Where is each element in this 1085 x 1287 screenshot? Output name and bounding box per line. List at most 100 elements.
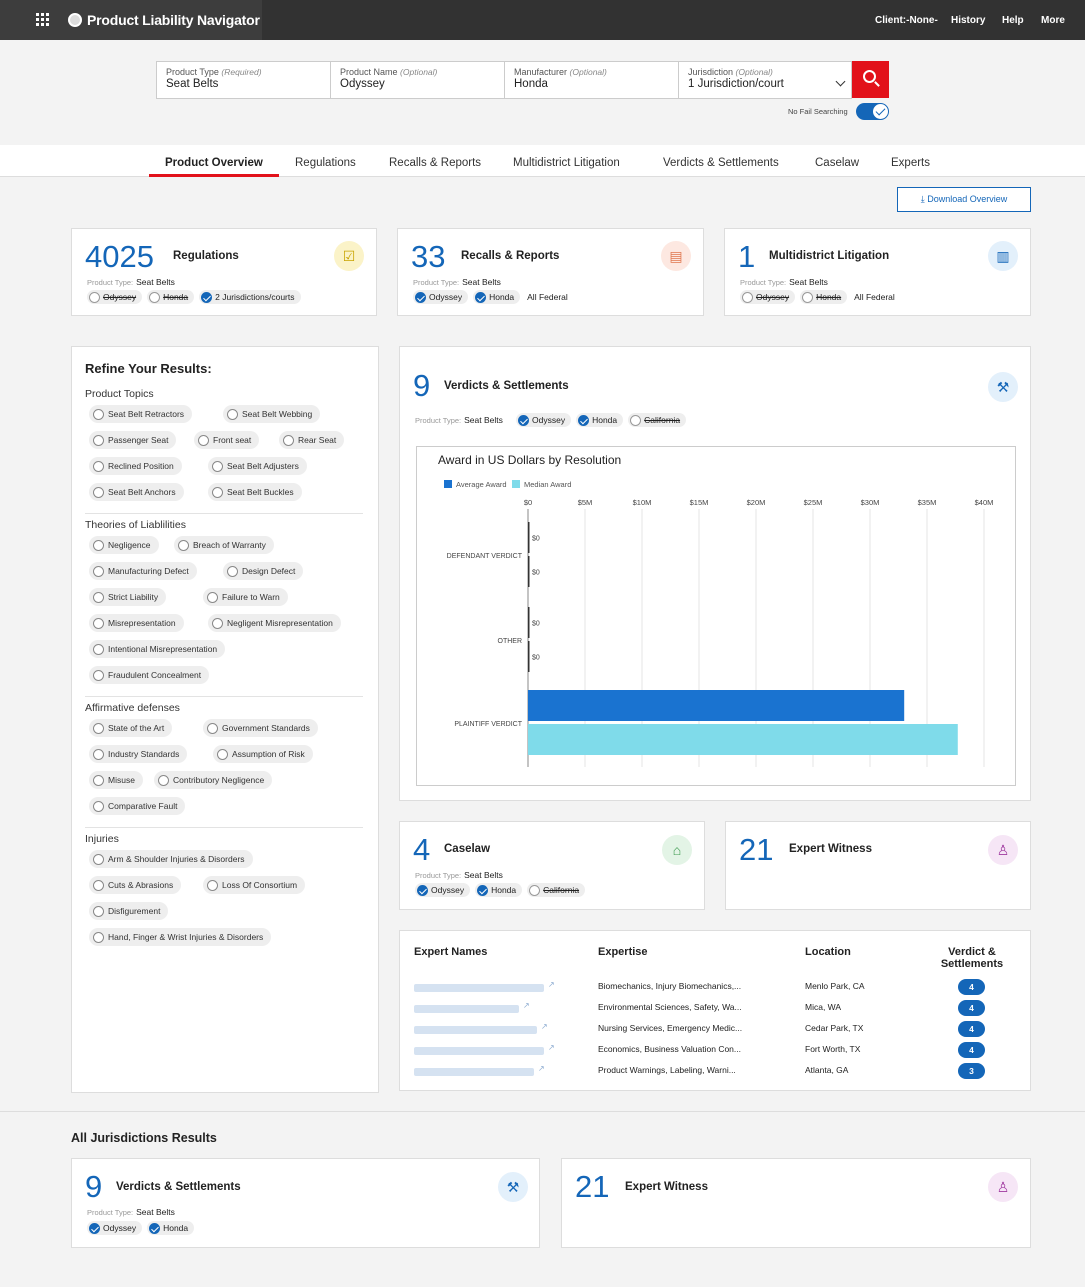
recalls-card[interactable]: 33 Recalls & Reports ▤ Product Type: Seat…	[397, 228, 704, 316]
product-type-value[interactable]: Seat Belts	[166, 78, 321, 90]
external-link-icon[interactable]: ↗	[541, 1022, 548, 1031]
unchecked-icon[interactable]	[742, 291, 753, 303]
jurisdiction-value[interactable]: 1 Jurisdiction/court	[688, 78, 844, 90]
tab-regulations[interactable]: Regulations	[295, 157, 356, 169]
refine-option[interactable]: Breach of Warranty	[174, 536, 274, 554]
radio-icon[interactable]	[178, 539, 189, 551]
history-link[interactable]: History	[951, 15, 985, 26]
app-title[interactable]: Product Liability Navigator	[87, 12, 260, 28]
filter-chip[interactable]: 2 Jurisdictions/courts	[199, 290, 301, 304]
product-name-field[interactable]: Product Name (Optional) Odyssey	[331, 62, 505, 98]
caselaw-card[interactable]: 4 Caselaw ⌂ Product Type: Seat Belts Odys…	[399, 821, 705, 910]
radio-icon[interactable]	[93, 565, 104, 577]
tab-experts[interactable]: Experts	[891, 157, 930, 169]
refine-option[interactable]: Government Standards	[203, 719, 318, 737]
refine-option[interactable]: Contributory Negligence	[154, 771, 273, 789]
refine-option[interactable]: Industry Standards	[89, 745, 188, 763]
filter-chip[interactable]: Odyssey	[415, 883, 471, 897]
refine-option[interactable]: Comparative Fault	[89, 797, 186, 815]
tab-recalls-reports[interactable]: Recalls & Reports	[389, 157, 481, 169]
radio-icon[interactable]	[283, 434, 294, 446]
expert-card[interactable]: 21 Expert Witness ♙	[725, 821, 1031, 910]
refine-option[interactable]: Passenger Seat	[89, 431, 177, 449]
filter-chip[interactable]: Odyssey	[413, 290, 469, 304]
radio-icon[interactable]	[93, 643, 104, 655]
radio-icon[interactable]	[212, 460, 223, 472]
filter-chip[interactable]: Odyssey	[87, 1221, 143, 1235]
radio-icon[interactable]	[93, 774, 104, 786]
expert-name-redacted[interactable]	[414, 1047, 544, 1055]
expert-name-redacted[interactable]	[414, 1005, 519, 1013]
radio-icon[interactable]	[207, 879, 218, 891]
more-menu[interactable]: More	[1041, 15, 1065, 26]
unchecked-icon[interactable]	[529, 884, 541, 896]
help-link[interactable]: Help	[1002, 15, 1024, 26]
filter-chip[interactable]: Odyssey	[87, 290, 143, 304]
checked-icon[interactable]	[417, 884, 428, 896]
refine-option[interactable]: Seat Belt Adjusters	[208, 457, 307, 475]
apps-grid-icon[interactable]	[36, 13, 49, 26]
manufacturer-value[interactable]: Honda	[514, 78, 669, 90]
refine-option[interactable]: Reclined Position	[89, 457, 182, 475]
expert-name-redacted[interactable]	[414, 1026, 537, 1034]
verdicts-count-badge[interactable]: 4	[958, 1000, 985, 1016]
radio-icon[interactable]	[93, 905, 104, 917]
expert-name-redacted[interactable]	[414, 984, 544, 992]
radio-icon[interactable]	[93, 460, 104, 472]
manufacturer-field[interactable]: Manufacturer (Optional) Honda	[505, 62, 679, 98]
refine-option[interactable]: Fraudulent Concealment	[89, 666, 210, 684]
all-expert-card[interactable]: 21 Expert Witness ♙	[561, 1158, 1031, 1248]
radio-icon[interactable]	[198, 434, 209, 446]
checked-icon[interactable]	[578, 414, 590, 426]
no-fail-toggle[interactable]	[856, 103, 889, 120]
regulations-card[interactable]: 4025 Regulations ☑ Product Type: Seat Bel…	[71, 228, 377, 316]
radio-icon[interactable]	[207, 722, 218, 734]
product-type-field[interactable]: Product Type (Required) Seat Belts	[157, 62, 331, 98]
filter-chip[interactable]: Odyssey	[516, 413, 572, 427]
expert-name-redacted[interactable]	[414, 1068, 534, 1076]
verdicts-count-badge[interactable]: 4	[958, 1042, 985, 1058]
radio-icon[interactable]	[212, 617, 223, 629]
radio-icon[interactable]	[93, 486, 104, 498]
tab-verdicts-settlements[interactable]: Verdicts & Settlements	[663, 157, 779, 169]
radio-icon[interactable]	[207, 591, 218, 603]
filter-chip[interactable]: California	[527, 883, 586, 897]
radio-icon[interactable]	[93, 748, 104, 760]
radio-icon[interactable]	[93, 669, 104, 681]
refine-option[interactable]: Manufacturing Defect	[89, 562, 197, 580]
external-link-icon[interactable]: ↗	[538, 1064, 545, 1073]
radio-icon[interactable]	[227, 565, 238, 577]
tab-caselaw[interactable]: Caselaw	[815, 157, 859, 169]
unchecked-icon[interactable]	[802, 291, 814, 303]
checked-icon[interactable]	[518, 414, 529, 426]
radio-icon[interactable]	[93, 931, 104, 943]
filter-chip[interactable]: Honda	[147, 1221, 195, 1235]
external-link-icon[interactable]: ↗	[523, 1001, 530, 1010]
verdicts-count-badge[interactable]: 4	[958, 979, 985, 995]
radio-icon[interactable]	[93, 591, 104, 603]
refine-option[interactable]: Seat Belt Anchors	[89, 483, 184, 501]
refine-option[interactable]: Seat Belt Retractors	[89, 405, 193, 423]
refine-option[interactable]: Loss Of Consortium	[203, 876, 306, 894]
filter-chip[interactable]: Honda	[475, 883, 523, 897]
radio-icon[interactable]	[227, 408, 238, 420]
tab-multidistrict-litigation[interactable]: Multidistrict Litigation	[513, 157, 620, 169]
refine-option[interactable]: Rear Seat	[279, 431, 345, 449]
refine-option[interactable]: Cuts & Abrasions	[89, 876, 182, 894]
filter-chip[interactable]: Honda	[147, 290, 195, 304]
refine-option[interactable]: State of the Art	[89, 719, 173, 737]
checked-icon[interactable]	[149, 1222, 161, 1234]
mdl-card[interactable]: 1 Multidistrict Litigation ▥ Product Typ…	[724, 228, 1031, 316]
refine-option[interactable]: Assumption of Risk	[213, 745, 313, 763]
checked-icon[interactable]	[415, 291, 426, 303]
radio-icon[interactable]	[93, 853, 104, 865]
radio-icon[interactable]	[93, 408, 104, 420]
refine-option[interactable]: Negligence	[89, 536, 159, 554]
radio-icon[interactable]	[93, 539, 104, 551]
checked-icon[interactable]	[201, 291, 213, 303]
refine-option[interactable]: Seat Belt Buckles	[208, 483, 302, 501]
radio-icon[interactable]	[93, 879, 104, 891]
refine-option[interactable]: Hand, Finger & Wrist Injuries & Disorder…	[89, 928, 272, 946]
external-link-icon[interactable]: ↗	[548, 980, 555, 989]
unchecked-icon[interactable]	[89, 291, 100, 303]
